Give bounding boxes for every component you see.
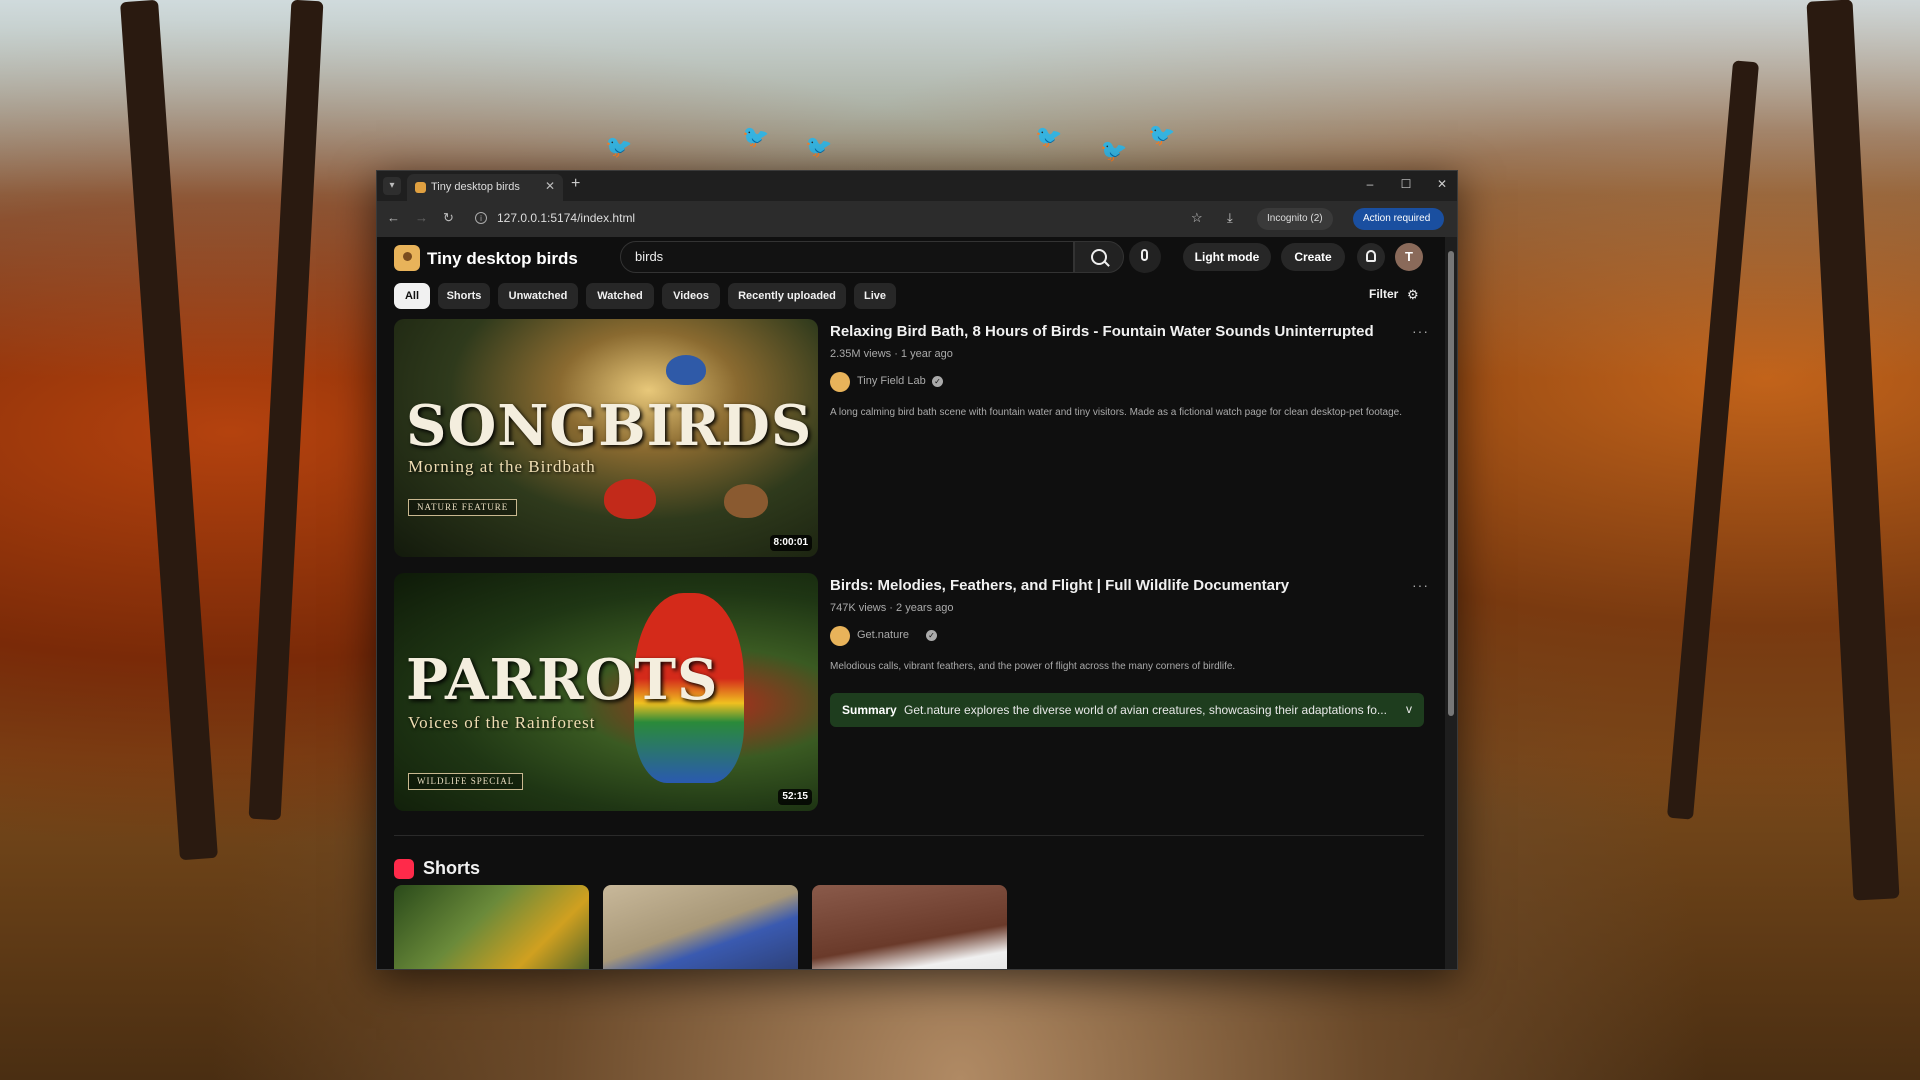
short-thumbnail[interactable]	[812, 885, 1007, 969]
avatar[interactable]: T	[1395, 243, 1423, 271]
chip-live[interactable]: Live	[854, 283, 896, 309]
tab-title: Tiny desktop birds	[431, 181, 520, 193]
video-title[interactable]: Relaxing Bird Bath, 8 Hours of Birds - F…	[830, 323, 1374, 340]
site-info-icon[interactable]: i	[475, 212, 487, 224]
chip-videos[interactable]: Videos	[662, 283, 720, 309]
desktop-bird[interactable]: 🐦	[1035, 126, 1062, 148]
channel-avatar[interactable]	[830, 372, 850, 392]
video-result[interactable]: SONGBIRDS Morning at the Birdbath NATURE…	[394, 319, 1428, 559]
thumbnail-tag: NATURE FEATURE	[408, 499, 518, 516]
tab-search-icon[interactable]: ▾	[383, 177, 401, 195]
forward-icon[interactable]: →	[415, 210, 428, 225]
address-bar[interactable]: 127.0.0.1:5174/index.html	[497, 211, 635, 225]
channel-name[interactable]: Get.nature	[857, 629, 909, 641]
bell-icon[interactable]	[1357, 243, 1385, 271]
chip-shorts[interactable]: Shorts	[438, 283, 490, 309]
channel-avatar[interactable]	[830, 626, 850, 646]
shorts-heading: Shorts	[423, 858, 481, 878]
star-icon[interactable]: ☆	[1191, 210, 1203, 226]
desktop-bird[interactable]: 🐦	[1148, 124, 1175, 146]
minimize-icon[interactable]: –	[1355, 177, 1385, 191]
tree-trunk	[1666, 60, 1760, 820]
video-description: Melodious calls, vibrant feathers, and t…	[830, 661, 1236, 672]
search-value: birds	[635, 249, 664, 264]
browser-tab[interactable]: Tiny desktop birds ✕	[407, 174, 563, 201]
thumbnail-title: PARROTS	[406, 647, 719, 713]
thumbnail-subtitle: Voices of the Rainforest	[408, 713, 596, 732]
chevron-down-icon[interactable]: v	[1406, 702, 1412, 716]
scrollbar-thumb[interactable]	[1448, 251, 1454, 716]
search-input[interactable]: birds	[620, 241, 1074, 273]
short-thumbnail[interactable]	[394, 885, 589, 969]
tab-favicon-icon	[415, 182, 426, 193]
desktop-bird[interactable]: 🐦	[605, 136, 632, 158]
channel-name[interactable]: Tiny Field Lab	[857, 375, 926, 387]
page-content: Tiny desktop birds birds Light mode Crea…	[377, 237, 1445, 969]
video-thumbnail[interactable]: SONGBIRDS Morning at the Birdbath NATURE…	[394, 319, 818, 557]
reload-icon[interactable]: ↻	[443, 210, 454, 226]
shorts-icon	[394, 859, 414, 879]
cardinal-image	[604, 479, 656, 519]
search-icon	[1091, 249, 1107, 265]
summary-text: Get.nature explores the diverse world of…	[904, 703, 1387, 717]
duration-badge: 8:00:01	[769, 535, 812, 551]
maximize-icon[interactable]: ☐	[1391, 177, 1421, 191]
desktop-bird[interactable]: 🐦	[1100, 140, 1127, 162]
more-options-icon[interactable]: ···	[1412, 577, 1429, 593]
bluebird-image	[666, 355, 706, 385]
chip-watched[interactable]: Watched	[586, 283, 654, 309]
video-meta: 747K views · 2 years ago	[830, 602, 954, 614]
verified-icon: ✓	[926, 630, 937, 641]
thumbnail-subtitle: Morning at the Birdbath	[408, 457, 596, 476]
chip-recently-uploaded[interactable]: Recently uploaded	[728, 283, 846, 309]
logo-icon[interactable]	[394, 245, 420, 271]
download-icon[interactable]: ⤓	[1227, 210, 1233, 226]
more-options-icon[interactable]: ···	[1412, 323, 1429, 339]
tree-trunk	[1806, 0, 1900, 901]
light-mode-button[interactable]: Light mode	[1183, 243, 1271, 271]
thumbnail-tag: WILDLIFE SPECIAL	[408, 773, 524, 790]
tree-trunk	[120, 0, 218, 861]
browser-toolbar: ← → ↻ i 127.0.0.1:5174/index.html ☆ ⤓ In…	[377, 201, 1457, 237]
thumbnail-title: SONGBIRDS	[406, 393, 813, 459]
section-divider	[394, 835, 1424, 836]
tree-trunk	[248, 0, 324, 821]
create-button[interactable]: Create	[1281, 243, 1345, 271]
video-result[interactable]: PARROTS Voices of the Rainforest WILDLIF…	[394, 573, 1428, 813]
close-window-icon[interactable]: ✕	[1427, 177, 1457, 191]
site-title[interactable]: Tiny desktop birds	[427, 249, 578, 269]
page-scrollbar[interactable]	[1445, 237, 1457, 969]
browser-window: ▾ Tiny desktop birds ✕ + – ☐ ✕ ← → ↻ i 1…	[376, 170, 1458, 970]
sparrow-image	[724, 484, 768, 518]
tab-strip: ▾ Tiny desktop birds ✕ + – ☐ ✕	[377, 171, 1457, 201]
video-meta: 2.35M views · 1 year ago	[830, 348, 953, 360]
video-title[interactable]: Birds: Melodies, Feathers, and Flight | …	[830, 577, 1289, 594]
summary-label: Summary	[842, 703, 897, 717]
search-button[interactable]	[1074, 241, 1124, 273]
video-thumbnail[interactable]: PARROTS Voices of the Rainforest WILDLIF…	[394, 573, 818, 811]
mic-icon[interactable]	[1129, 241, 1161, 273]
desktop-bird[interactable]: 🐦	[805, 136, 832, 158]
desktop-bird[interactable]: 🐦	[742, 126, 769, 148]
duration-badge: 52:15	[778, 789, 812, 805]
short-thumbnail[interactable]	[603, 885, 798, 969]
back-icon[interactable]: ←	[387, 210, 400, 225]
new-tab-icon[interactable]: +	[571, 175, 580, 193]
chip-unwatched[interactable]: Unwatched	[498, 283, 578, 309]
filter-icon[interactable]: ⚙	[1407, 287, 1419, 303]
filter-button[interactable]: Filter	[1369, 287, 1398, 301]
verified-icon: ✓	[932, 376, 943, 387]
chip-all[interactable]: All	[394, 283, 430, 309]
action-required-button[interactable]: Action required	[1353, 208, 1445, 230]
video-description: A long calming bird bath scene with foun…	[830, 407, 1402, 418]
ai-summary[interactable]: Summary Get.nature explores the diverse …	[830, 693, 1424, 727]
incognito-badge[interactable]: Incognito (2)	[1257, 208, 1333, 230]
tab-close-icon[interactable]: ✕	[545, 179, 555, 193]
